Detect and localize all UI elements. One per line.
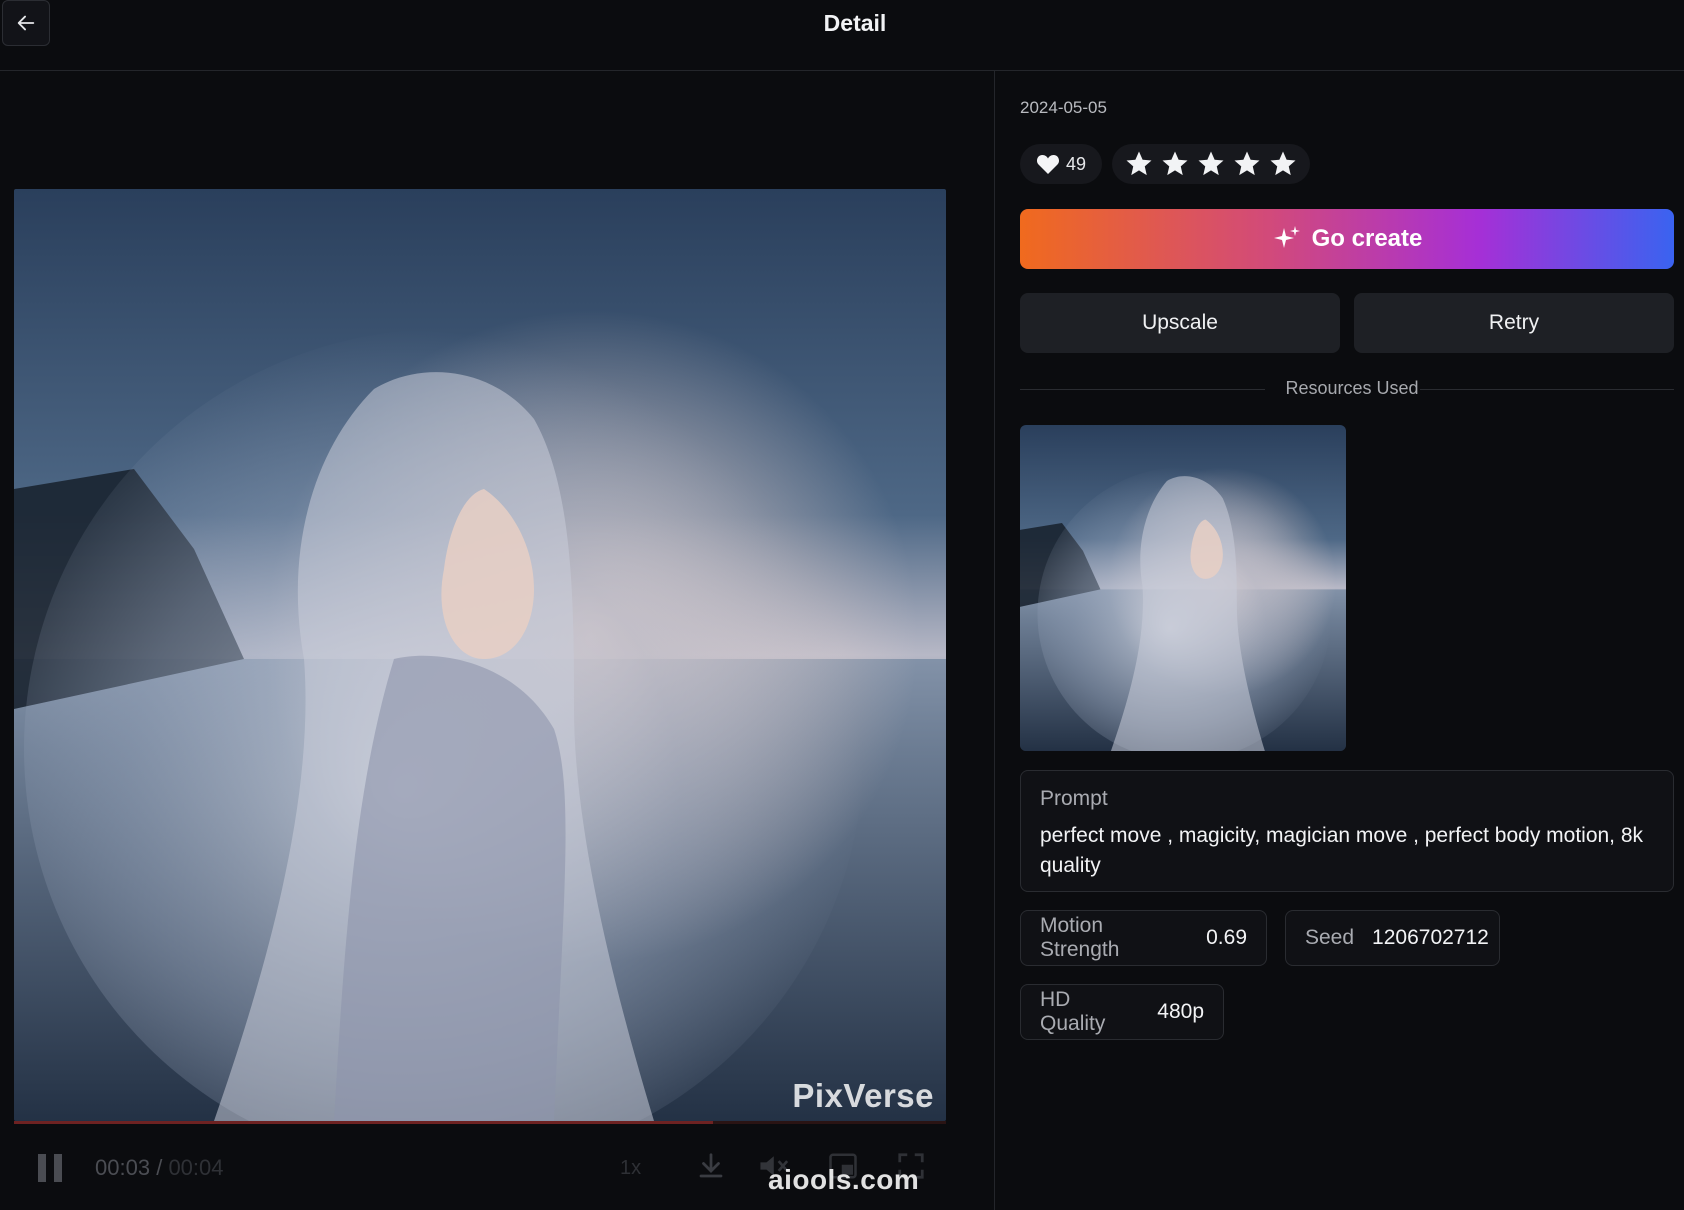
resource-thumbnail[interactable]: [1020, 425, 1346, 751]
progress-fill: [14, 1121, 713, 1124]
top-bar: Detail: [0, 0, 1684, 71]
details-pane: 2024-05-05 49 Go create Upscale Retry Re…: [996, 71, 1684, 1210]
creation-date: 2024-05-05: [1020, 98, 1107, 117]
heart-icon: [1036, 155, 1060, 174]
progress-bar[interactable]: [14, 1121, 946, 1124]
playback-speed-button[interactable]: 1x: [620, 1157, 641, 1180]
retry-button[interactable]: Retry: [1354, 293, 1674, 353]
time-separator: /: [156, 1155, 163, 1180]
pause-button[interactable]: [36, 1153, 64, 1188]
hd-quality-chip: HD Quality 480p: [1020, 984, 1224, 1040]
video-player[interactable]: PixVerse: [14, 189, 946, 1121]
hd-quality-value: 480p: [1157, 1000, 1204, 1023]
download-icon: [699, 1153, 723, 1178]
go-create-label: Go create: [1311, 225, 1423, 252]
page-title: Detail: [823, 10, 887, 36]
motion-strength-value: 0.69: [1206, 926, 1247, 949]
upscale-button[interactable]: Upscale: [1020, 293, 1340, 353]
sparkle-icon: [1273, 226, 1300, 248]
hd-quality-label: HD Quality: [1040, 988, 1106, 1035]
star-icon[interactable]: [1232, 149, 1262, 179]
rating-stars[interactable]: [1112, 144, 1310, 184]
download-button[interactable]: [696, 1151, 726, 1186]
motion-strength-label: Motion Strength: [1040, 914, 1120, 961]
time-total: 00:04: [168, 1155, 224, 1180]
seed-value: 1206702712: [1372, 926, 1489, 949]
video-frame-image: [14, 189, 946, 1121]
pause-icon: [38, 1154, 62, 1182]
prompt-label: Prompt: [1040, 787, 1108, 810]
video-pane: PixVerse 00:03 / 00:04 1x: [0, 71, 995, 1210]
star-icon[interactable]: [1124, 149, 1154, 179]
like-button[interactable]: 49: [1020, 144, 1102, 184]
star-icon[interactable]: [1160, 149, 1190, 179]
site-watermark: aiools.com: [768, 1164, 920, 1195]
like-count: 49: [1065, 153, 1087, 174]
resource-image: [1020, 425, 1346, 751]
go-create-button[interactable]: Go create: [1020, 209, 1674, 269]
star-icon[interactable]: [1268, 149, 1298, 179]
pixverse-watermark: PixVerse: [792, 1077, 934, 1114]
star-icon[interactable]: [1196, 149, 1226, 179]
time-display: 00:03 / 00:04: [95, 1155, 224, 1181]
time-current: 00:03: [95, 1155, 151, 1180]
seed-chip: Seed 1206702712: [1285, 910, 1500, 966]
prompt-text: perfect move , magicity, magician move ,…: [1040, 824, 1644, 877]
seed-label: Seed: [1305, 926, 1355, 949]
resources-used-label: Resources Used: [1285, 378, 1419, 398]
motion-strength-chip: Motion Strength 0.69: [1020, 910, 1267, 966]
prompt-box: Prompt perfect move , magicity, magician…: [1020, 770, 1674, 892]
